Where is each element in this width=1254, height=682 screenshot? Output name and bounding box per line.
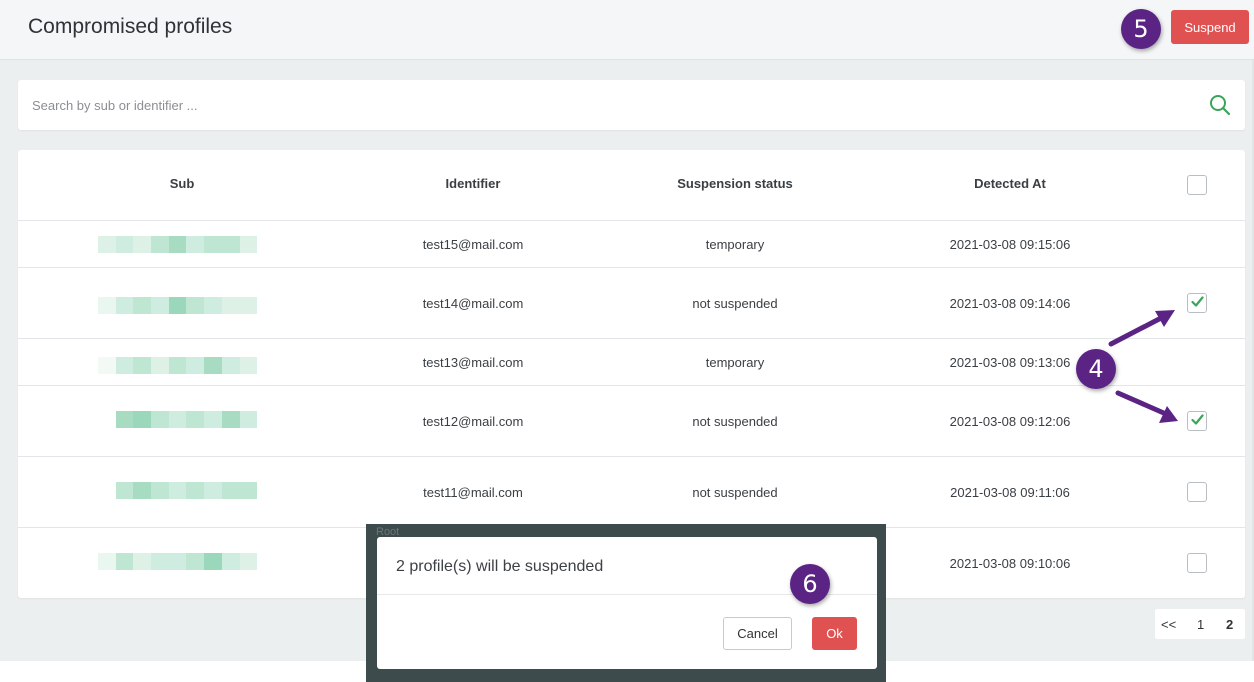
detected-at-cell: 2021-03-08 09:10:06 — [949, 556, 1071, 571]
identifier-cell: test12@mail.com — [422, 414, 524, 429]
status-cell: not suspended — [692, 296, 778, 311]
step-marker-5: 5 — [1121, 9, 1161, 49]
sub-value-redacted — [98, 482, 258, 499]
pagination-page-2[interactable]: 2 — [1226, 617, 1233, 632]
cancel-button[interactable]: Cancel — [723, 617, 792, 650]
annotation-arrow-up-icon — [1108, 310, 1175, 347]
pagination: << 1 2 — [1155, 609, 1245, 639]
column-header-suspension-status: Suspension status — [677, 176, 793, 191]
status-cell: not suspended — [692, 414, 778, 429]
row-checkbox[interactable] — [1187, 553, 1207, 573]
sub-value-redacted — [98, 411, 258, 428]
annotation-arrow-down-icon — [1115, 390, 1178, 423]
detected-at-cell: 2021-03-08 09:12:06 — [949, 414, 1071, 429]
identifier-cell: test14@mail.com — [422, 296, 524, 311]
table-row: test15@mail.com temporary 2021-03-08 09:… — [18, 221, 1245, 268]
detected-at-cell: 2021-03-08 09:15:06 — [949, 237, 1071, 252]
pagination-first[interactable]: << — [1161, 617, 1176, 632]
checkmark-icon — [1191, 414, 1204, 425]
status-cell: not suspended — [692, 485, 778, 500]
step-marker-4: 4 — [1076, 349, 1116, 389]
detected-at-cell: 2021-03-08 09:11:06 — [950, 485, 1070, 500]
sub-value-redacted — [98, 553, 258, 570]
detected-at-cell: 2021-03-08 09:14:06 — [949, 296, 1071, 311]
column-header-sub: Sub — [169, 176, 195, 191]
pagination-page-1[interactable]: 1 — [1197, 617, 1204, 632]
detected-at-cell: 2021-03-08 09:13:06 — [949, 355, 1071, 370]
checkmark-icon — [1191, 296, 1204, 307]
table-row: test13@mail.com temporary 2021-03-08 09:… — [18, 339, 1245, 386]
step-marker-6: 6 — [790, 564, 830, 604]
confirm-suspend-dialog: 2 profile(s) will be suspended Cancel Ok — [377, 537, 877, 669]
column-header-identifier: Identifier — [445, 176, 501, 191]
sub-value-redacted — [98, 236, 258, 253]
search-icon[interactable] — [1209, 94, 1231, 116]
dialog-message: 2 profile(s) will be suspended — [396, 558, 604, 575]
table-header: Sub Identifier Suspension status Detecte… — [18, 150, 1245, 221]
suspend-button[interactable]: Suspend — [1171, 10, 1249, 44]
table-row: test14@mail.com not suspended 2021-03-08… — [18, 268, 1245, 339]
table-row: test11@mail.com not suspended 2021-03-08… — [18, 457, 1245, 528]
identifier-cell: test13@mail.com — [422, 355, 524, 370]
select-all-checkbox[interactable] — [1187, 175, 1207, 195]
ok-button[interactable]: Ok — [812, 617, 857, 650]
table-row: test12@mail.com not suspended 2021-03-08… — [18, 386, 1245, 457]
page-header: Compromised profiles Suspend — [0, 0, 1254, 60]
sub-value-redacted — [98, 297, 258, 314]
identifier-cell: test11@mail.com — [423, 485, 523, 500]
search-input[interactable] — [32, 80, 1182, 130]
column-header-detected-at: Detected At — [974, 176, 1046, 191]
row-checkbox-checked[interactable] — [1187, 293, 1207, 313]
row-checkbox[interactable] — [1187, 482, 1207, 502]
status-cell: temporary — [705, 355, 765, 370]
sub-value-redacted — [98, 357, 258, 374]
search-bar — [18, 80, 1245, 130]
status-cell: temporary — [705, 237, 765, 252]
page-title: Compromised profiles — [28, 15, 233, 38]
identifier-cell: test15@mail.com — [422, 237, 524, 252]
